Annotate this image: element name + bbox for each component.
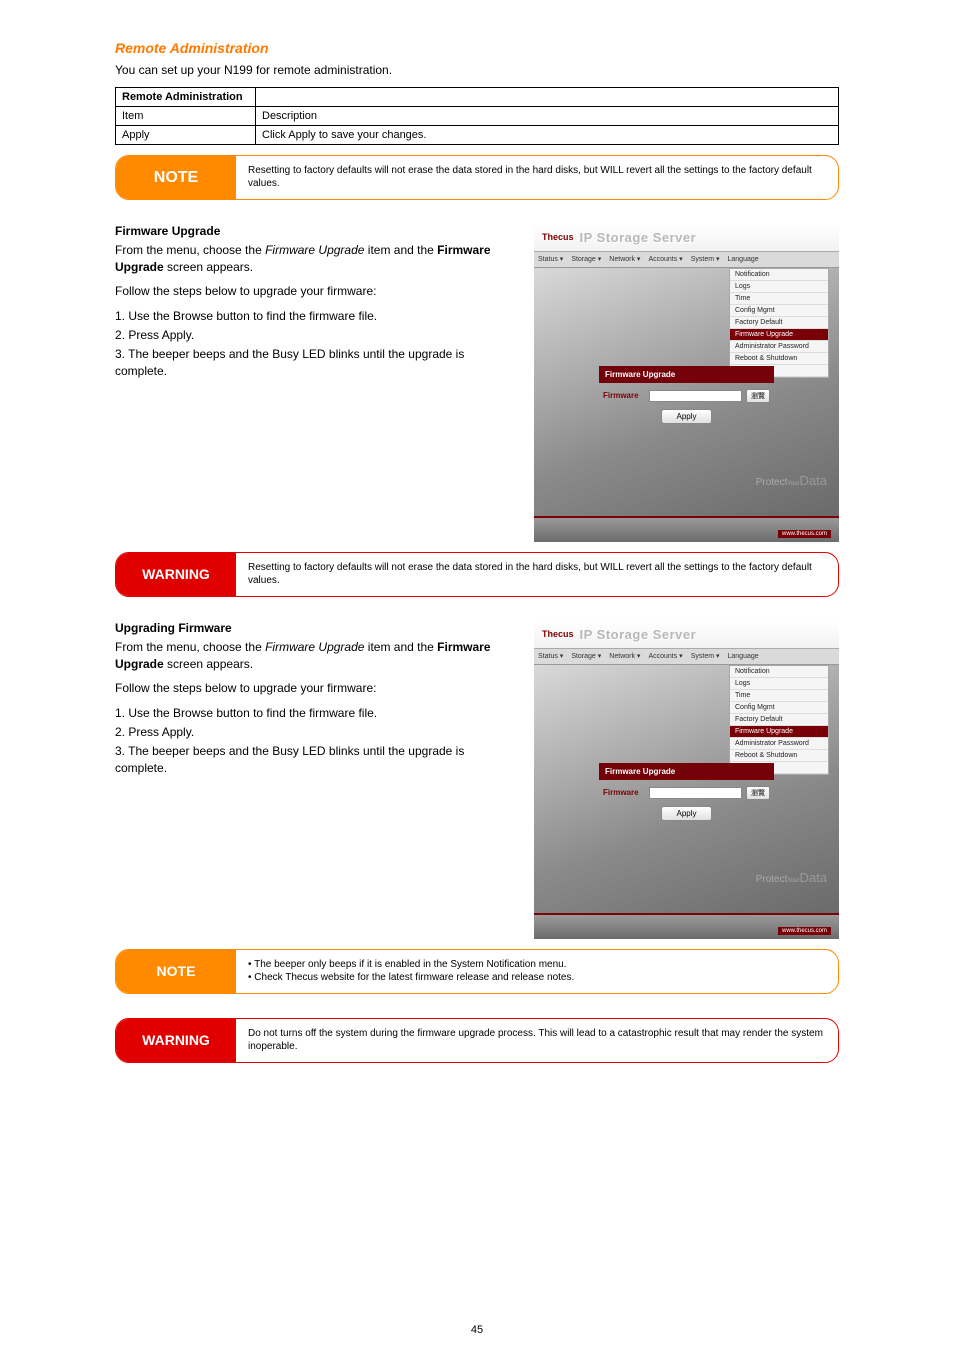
footer-url: www.thecus.com: [778, 927, 831, 935]
menu-item[interactable]: System ▾: [691, 255, 720, 263]
step: 2. Press Apply.: [115, 724, 516, 741]
system-dropdown: Notification Logs Time Config Mgmt Facto…: [729, 268, 829, 378]
menu-item[interactable]: Status ▾: [538, 652, 563, 660]
menu-item[interactable]: System ▾: [691, 652, 720, 660]
remote-admin-table: Remote Administration Item Description A…: [115, 87, 839, 145]
dropdown-item[interactable]: Notification: [730, 269, 828, 281]
menu-item[interactable]: Language: [728, 653, 759, 660]
menu-item[interactable]: Language: [728, 256, 759, 263]
dropdown-item[interactable]: Administrator Password: [730, 738, 828, 750]
menu-item[interactable]: Accounts ▾: [648, 652, 682, 660]
menubar: Status ▾ Storage ▾ Network ▾ Accounts ▾ …: [534, 649, 839, 665]
table-row: Apply Click Apply to save your changes.: [116, 125, 839, 144]
intro-paragraph: You can set up your N199 for remote admi…: [115, 62, 839, 79]
dropdown-item[interactable]: Config Mgmt: [730, 702, 828, 714]
dropdown-item[interactable]: Time: [730, 293, 828, 305]
section-heading: Upgrading Firmware: [115, 621, 516, 635]
dropdown-item[interactable]: Firmware Upgrade: [730, 329, 828, 341]
firmware-input[interactable]: [649, 787, 742, 799]
field-label: Firmware: [603, 391, 645, 400]
firmware-panel: Firmware Upgrade Firmware 瀏覽 Apply: [599, 763, 774, 827]
screenshot: Thecus IP Storage Server Status ▾ Storag…: [534, 621, 839, 939]
page-title: Remote Administration: [115, 40, 839, 56]
page-number: 45: [0, 1324, 954, 1336]
step: 1. Use the Browse button to find the fir…: [115, 705, 516, 722]
firmware-paragraph: From the menu, choose the Firmware Upgra…: [115, 242, 516, 276]
logo: Thecus: [542, 232, 574, 242]
step: 3. The beeper beeps and the Busy LED bli…: [115, 346, 516, 380]
warning-body: Resetting to factory defaults will not e…: [236, 553, 838, 596]
firmware-paragraph: From the menu, choose the Firmware Upgra…: [115, 639, 516, 673]
firmware-input[interactable]: [649, 390, 742, 402]
tagline: ProtectYourData: [756, 870, 827, 885]
menubar: Status ▾ Storage ▾ Network ▾ Accounts ▾ …: [534, 252, 839, 268]
panel-title: Firmware Upgrade: [599, 366, 774, 383]
dropdown-item[interactable]: Factory Default: [730, 317, 828, 329]
note-body: • The beeper only beeps if it is enabled…: [236, 950, 586, 993]
dropdown-item[interactable]: Firmware Upgrade: [730, 726, 828, 738]
table-row: Remote Administration: [116, 87, 839, 106]
menu-item[interactable]: Accounts ▾: [648, 255, 682, 263]
dropdown-item[interactable]: Reboot & Shutdown: [730, 750, 828, 762]
note-callout: NOTE • The beeper only beeps if it is en…: [115, 949, 839, 994]
dropdown-item[interactable]: Logs: [730, 678, 828, 690]
table-cell: Item: [116, 106, 256, 125]
table-cell: Click Apply to save your changes.: [256, 125, 839, 144]
screenshot: Thecus IP Storage Server Status ▾ Storag…: [534, 224, 839, 542]
steps-lead: Follow the steps below to upgrade your f…: [115, 283, 516, 300]
apply-button[interactable]: Apply: [661, 409, 711, 424]
apply-button[interactable]: Apply: [661, 806, 711, 821]
table-header: [256, 87, 839, 106]
menu-item[interactable]: Network ▾: [609, 652, 640, 660]
dropdown-item[interactable]: Logs: [730, 281, 828, 293]
firmware-panel: Firmware Upgrade Firmware 瀏覽 Apply: [599, 366, 774, 430]
system-dropdown: Notification Logs Time Config Mgmt Facto…: [729, 665, 829, 775]
browse-button[interactable]: 瀏覽: [746, 786, 770, 800]
table-cell: Description: [256, 106, 839, 125]
dropdown-item[interactable]: Factory Default: [730, 714, 828, 726]
note-label: NOTE: [116, 156, 236, 199]
menu-item[interactable]: Storage ▾: [571, 255, 601, 263]
note-label: NOTE: [116, 950, 236, 993]
table-cell: Apply: [116, 125, 256, 144]
tagline: ProtectYourData: [756, 473, 827, 488]
dropdown-item[interactable]: Config Mgmt: [730, 305, 828, 317]
panel-title: Firmware Upgrade: [599, 763, 774, 780]
table-header: Remote Administration: [116, 87, 256, 106]
footer-url: www.thecus.com: [778, 530, 831, 538]
note-body: Resetting to factory defaults will not e…: [236, 156, 838, 199]
menu-item[interactable]: Network ▾: [609, 255, 640, 263]
dropdown-item[interactable]: Administrator Password: [730, 341, 828, 353]
app-title: IP Storage Server: [580, 627, 697, 642]
step: 3. The beeper beeps and the Busy LED bli…: [115, 743, 516, 777]
menu-item[interactable]: Storage ▾: [571, 652, 601, 660]
warning-body: Do not turns off the system during the f…: [236, 1019, 838, 1062]
warning-callout: WARNING Resetting to factory defaults wi…: [115, 552, 839, 597]
note-callout: NOTE Resetting to factory defaults will …: [115, 155, 839, 200]
dropdown-item[interactable]: Reboot & Shutdown: [730, 353, 828, 365]
browse-button[interactable]: 瀏覽: [746, 389, 770, 403]
dropdown-item[interactable]: Time: [730, 690, 828, 702]
steps-lead: Follow the steps below to upgrade your f…: [115, 680, 516, 697]
dropdown-item[interactable]: Notification: [730, 666, 828, 678]
table-row: Item Description: [116, 106, 839, 125]
field-label: Firmware: [603, 788, 645, 797]
menu-item[interactable]: Status ▾: [538, 255, 563, 263]
app-title: IP Storage Server: [580, 230, 697, 245]
step: 1. Use the Browse button to find the fir…: [115, 308, 516, 325]
warning-callout: WARNING Do not turns off the system duri…: [115, 1018, 839, 1063]
section-heading: Firmware Upgrade: [115, 224, 516, 238]
warning-label: WARNING: [116, 1019, 236, 1062]
step: 2. Press Apply.: [115, 327, 516, 344]
warning-label: WARNING: [116, 553, 236, 596]
logo: Thecus: [542, 629, 574, 639]
